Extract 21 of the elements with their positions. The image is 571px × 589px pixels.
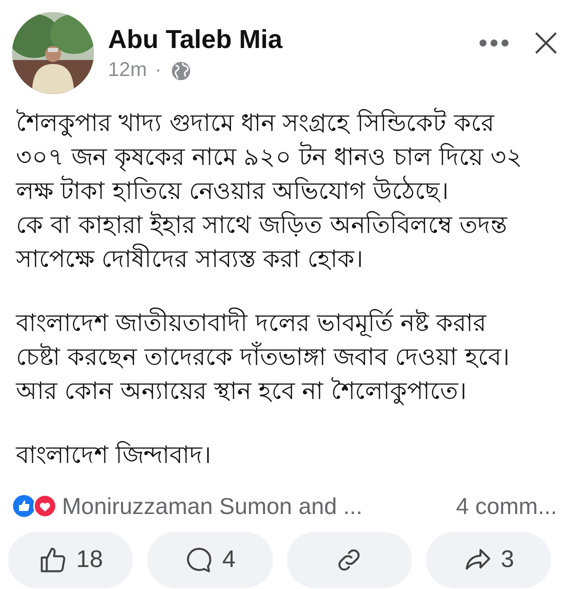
post-text-line: বাংলাদেশ জাতীয়তাবাদী দলের ভাবমূর্তি নষ্ট করার: [16, 306, 488, 340]
comment-button[interactable]: 4: [147, 532, 272, 588]
post-text-line: কে বা কাহারা ইহার সাথে জড়িত অনতিবিলম্বে তদন্ত: [16, 210, 508, 241]
post-text-line: আর কোন অন্যায়ের স্থান হবে না শৈলোকুপাতে।: [16, 376, 468, 408]
post-text-line: সাপেক্ষে দোষীদের সাব্যস্ত করা হোক।: [16, 242, 365, 275]
post-text-line: চেষ্টা করছেন তাদেরকে দাঁতভাঙ্গা জবাব দেওয়া হবে।: [16, 340, 511, 373]
share-button[interactable]: 3: [426, 532, 551, 588]
globe-icon: [170, 60, 192, 82]
post-text-line: বাংলাদেশ জিন্দাবাদ।: [16, 440, 213, 471]
comments-count[interactable]: 4 comm...: [456, 492, 557, 520]
separator-dot: ·: [154, 59, 162, 82]
post-text-line: শৈলকুপার খাদ্য গুদামে ধান সংগ্রহে সিন্ডিকেট করে: [16, 106, 496, 140]
reaction-icons: [12, 494, 58, 518]
like-button[interactable]: 18: [8, 532, 134, 588]
author-name[interactable]: Abu Taleb Mia: [108, 24, 465, 55]
more-options-icon[interactable]: [479, 39, 509, 47]
close-icon[interactable]: [535, 32, 557, 54]
post-text-line: ৩০৭ জন কৃষকের নামে ৯২০ টন ধানও চাল দিয়ে ৩২: [16, 140, 524, 174]
post-time: 12m: [108, 59, 147, 82]
post-text-line: লক্ষ টাকা হাতিয়ে নেওয়ার অভিযোগ উঠেছে।: [16, 174, 450, 207]
reactions-summary[interactable]: Moniruzzaman Sumon and ...: [62, 492, 456, 520]
